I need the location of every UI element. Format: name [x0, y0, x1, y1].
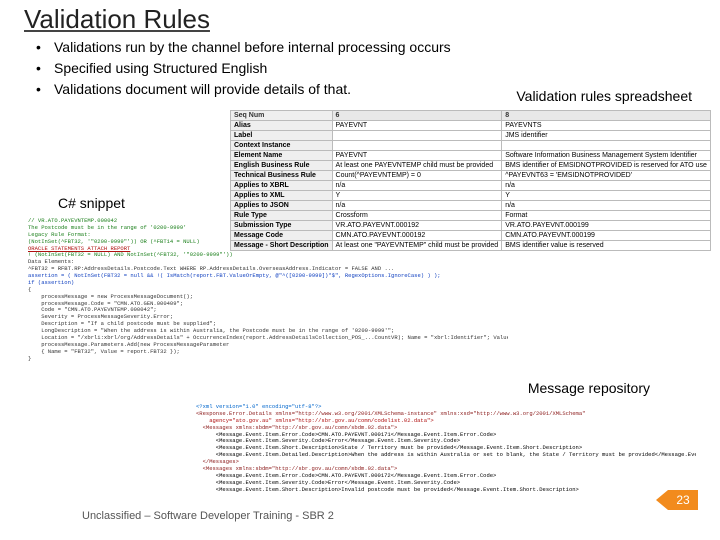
sheet-cell: Y [332, 191, 502, 201]
sheet-cell: Label [231, 131, 333, 141]
sheet-cell: English Business Rule [231, 161, 333, 171]
csharp-label: C# snippet [58, 195, 125, 211]
sheet-cell: Count(^PAYEVNTEMP) = 0 [332, 171, 502, 181]
sheet-cell: Technical Business Rule [231, 171, 333, 181]
page-number-badge: 23 [668, 490, 698, 510]
sheet-cell: Format [502, 211, 711, 221]
sheet-cell [332, 141, 502, 151]
sheet-cell: Applies to JSON [231, 201, 333, 211]
sheet-cell: n/a [332, 181, 502, 191]
sheet-cell [502, 141, 711, 151]
sheet-cell: Seq Num [231, 111, 333, 121]
sheet-cell [332, 131, 502, 141]
sheet-cell: At least one PAYEVNTEMP child must be pr… [332, 161, 502, 171]
sheet-cell: Element Name [231, 151, 333, 161]
sheet-cell: PAYEVNT [332, 121, 502, 131]
message-repository-label: Message repository [528, 380, 650, 396]
sheet-cell: Context Instance [231, 141, 333, 151]
spreadsheet-label: Validation rules spreadsheet [516, 88, 692, 104]
sheet-cell: n/a [332, 201, 502, 211]
footer-text: Unclassified – Software Developer Traini… [82, 510, 334, 522]
sheet-cell: Applies to XML [231, 191, 333, 201]
sheet-cell: BMS identifier of EMSIDNOTPROVIDED is re… [502, 161, 711, 171]
sheet-cell: Alias [231, 121, 333, 131]
bullet-list: Validations run by the channel before in… [36, 38, 451, 101]
sheet-cell: VR.ATO.PAYEVNT.000199 [502, 221, 711, 231]
bullet-item: Specified using Structured English [36, 59, 451, 78]
csharp-snippet: // VR.ATO.PAYEVNTEMP.000042The Postcode … [28, 218, 508, 408]
sheet-cell: PAYEVNTS [502, 121, 711, 131]
sheet-cell: 6 [332, 111, 502, 121]
slide-title: Validation Rules [24, 4, 210, 35]
sheet-cell: n/a [502, 181, 711, 191]
bullet-item: Validations document will provide detail… [36, 80, 451, 99]
sheet-cell: PAYEVNT [332, 151, 502, 161]
sheet-cell: JMS identifier [502, 131, 711, 141]
sheet-cell: BMS identifier value is reserved [502, 241, 711, 251]
sheet-cell: CMN.ATO.PAYEVNT.000199 [502, 231, 711, 241]
sheet-cell: 8 [502, 111, 711, 121]
sheet-cell: n/a [502, 201, 711, 211]
page-number: 23 [676, 493, 689, 507]
sheet-cell: Applies to XBRL [231, 181, 333, 191]
sheet-cell: Software Information Business Management… [502, 151, 711, 161]
xml-snippet: <?xml version="1.0" encoding="utf-8"?><R… [196, 404, 696, 492]
sheet-cell: Y [502, 191, 711, 201]
bullet-item: Validations run by the channel before in… [36, 38, 451, 57]
sheet-cell: ^PAYEVNT63 = 'EMSIDNOTPROVIDED' [502, 171, 711, 181]
